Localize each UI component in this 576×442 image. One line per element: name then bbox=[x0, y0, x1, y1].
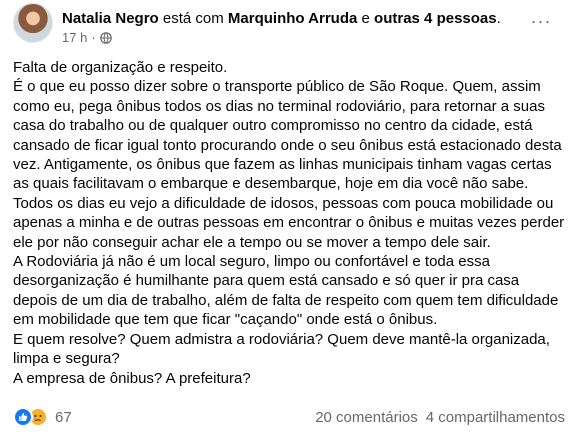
post-time[interactable]: 17 h bbox=[62, 30, 87, 46]
reaction-icons bbox=[13, 407, 49, 427]
post-body: Falta de organização e respeito. É o que… bbox=[13, 58, 565, 388]
post-line-3: A Rodoviária já não é um local seguro, l… bbox=[13, 253, 559, 329]
more-options-button[interactable]: ··· bbox=[527, 7, 555, 35]
tagged-others[interactable]: outras 4 pessoas bbox=[374, 10, 497, 27]
post-line-1: Falta de organização e respeito. bbox=[13, 59, 228, 76]
with-text: está com bbox=[162, 10, 224, 27]
post-line-2: É o que eu posso dizer sobre o transport… bbox=[13, 78, 565, 251]
shares-count[interactable]: 4 compartilhamentos bbox=[426, 409, 565, 426]
and-text: e bbox=[361, 10, 370, 27]
post-meta: 17 h · bbox=[62, 30, 112, 46]
post-stats: 20 comentários 4 compartilhamentos bbox=[315, 406, 565, 428]
author-line: Natalia Negro está com Marquinho Arruda … bbox=[62, 9, 501, 28]
comments-count[interactable]: 20 comentários bbox=[315, 409, 418, 426]
reaction-count: 67 bbox=[55, 408, 72, 426]
period: . bbox=[496, 10, 501, 27]
avatar[interactable] bbox=[13, 3, 53, 43]
post-line-5: A empresa de ônibus? A prefeitura? bbox=[13, 369, 251, 387]
author-name[interactable]: Natalia Negro bbox=[62, 10, 159, 27]
meta-separator: · bbox=[91, 30, 96, 45]
globe-icon bbox=[99, 32, 112, 44]
reactions-summary[interactable]: 67 bbox=[13, 406, 72, 428]
post-header: Natalia Negro está com Marquinho Arruda … bbox=[13, 3, 563, 49]
tagged-person[interactable]: Marquinho Arruda bbox=[228, 10, 357, 27]
post-line-4: E quem resolve? Quem admistra a rodoviár… bbox=[13, 330, 550, 368]
like-icon bbox=[13, 407, 33, 427]
